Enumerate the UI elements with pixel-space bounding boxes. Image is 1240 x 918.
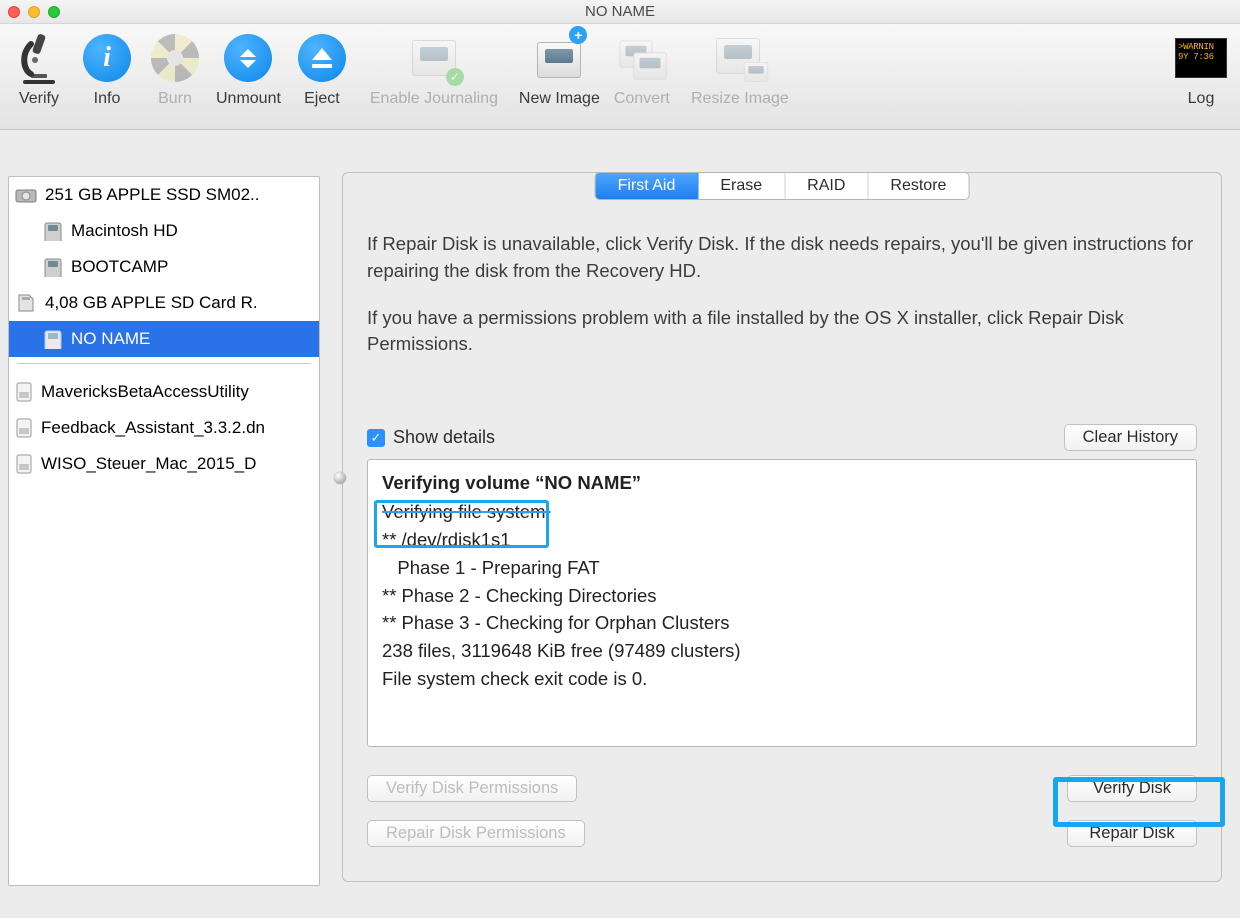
resize-image-tool-label: Resize Image (691, 90, 789, 108)
sidebar-label: Macintosh HD (71, 221, 178, 241)
window-controls (8, 6, 60, 18)
log-icon: >WARNIN 9Y 7:36 (1175, 32, 1227, 84)
dmg-icon (15, 418, 33, 438)
clear-history-button[interactable]: Clear History (1064, 424, 1197, 451)
info-icon: i (81, 32, 133, 84)
sidebar-separator (17, 363, 311, 364)
eject-tool-label: Eject (304, 90, 340, 108)
annotation-highlight-dev-path (374, 500, 549, 548)
repair-disk-permissions-button: Repair Disk Permissions (367, 820, 585, 847)
verify-tool[interactable]: Verify (8, 32, 70, 108)
unmount-tool[interactable]: Unmount (212, 32, 285, 108)
eject-tool[interactable]: Eject (291, 32, 353, 108)
sidebar-volume-macintosh-hd[interactable]: Macintosh HD (9, 213, 319, 249)
sidebar-label: Feedback_Assistant_3.3.2.dn (41, 418, 265, 438)
log-tool-label: Log (1188, 90, 1215, 108)
internal-disk-icon (15, 185, 37, 205)
titlebar: NO NAME (0, 0, 1240, 24)
microscope-icon (13, 32, 65, 84)
sidebar-label: MavericksBetaAccessUtility (41, 382, 249, 402)
log-tool[interactable]: >WARNIN 9Y 7:36 Log (1170, 32, 1232, 108)
log-title: Verifying volume “NO NAME” (382, 472, 1182, 494)
resize-image-icon (714, 32, 766, 84)
unmount-icon (222, 32, 274, 84)
first-aid-panel: If Repair Disk is unavailable, click Ver… (342, 172, 1222, 882)
log-line: File system check exit code is 0. (382, 665, 1182, 693)
verify-disk-permissions-button: Verify Disk Permissions (367, 775, 577, 802)
volume-icon (43, 221, 63, 241)
unmount-tool-label: Unmount (216, 90, 281, 108)
content-area: If Repair Disk is unavailable, click Ver… (342, 176, 1222, 898)
permissions-help-text: If you have a permissions problem with a… (367, 305, 1197, 359)
sidebar-dmg-feedback-assistant[interactable]: Feedback_Assistant_3.3.2.dn (9, 410, 319, 446)
volume-icon (43, 329, 63, 349)
verify-tool-label: Verify (19, 90, 59, 108)
log-line: ** Phase 2 - Checking Directories (382, 582, 1182, 610)
sidebar-label: 251 GB APPLE SSD SM02.. (45, 185, 260, 205)
sidebar-volume-bootcamp[interactable]: BOOTCAMP (9, 249, 319, 285)
log-line: Phase 1 - Preparing FAT (382, 554, 1182, 582)
sidebar-label: WISO_Steuer_Mac_2015_D (41, 454, 256, 474)
journaling-icon: ✓ (408, 32, 460, 84)
burn-icon (149, 32, 201, 84)
show-details-checkbox[interactable]: ✓ Show details (367, 427, 495, 448)
window-title: NO NAME (0, 3, 1240, 20)
sidebar-dmg-wiso-steuer[interactable]: WISO_Steuer_Mac_2015_D (9, 446, 319, 482)
repair-disk-help-text: If Repair Disk is unavailable, click Ver… (367, 231, 1197, 285)
convert-tool-label: Convert (614, 90, 670, 108)
log-line: 238 files, 3119648 KiB free (97489 clust… (382, 637, 1182, 665)
sidebar-dmg-mavericks[interactable]: MavericksBetaAccessUtility (9, 374, 319, 410)
tab-raid[interactable]: RAID (785, 173, 868, 199)
show-details-label: Show details (393, 427, 495, 448)
new-image-icon: + (533, 32, 585, 84)
verification-log[interactable]: Verifying volume “NO NAME” Verifying fil… (367, 459, 1197, 747)
dmg-icon (15, 454, 33, 474)
tab-first-aid[interactable]: First Aid (596, 173, 699, 199)
volume-icon (43, 257, 63, 277)
checkbox-checked-icon: ✓ (367, 429, 385, 447)
close-window-button[interactable] (8, 6, 20, 18)
zoom-window-button[interactable] (48, 6, 60, 18)
sidebar-disk-sd-card[interactable]: 4,08 GB APPLE SD Card R. (9, 285, 319, 321)
burn-tool: Burn (144, 32, 206, 108)
tab-restore[interactable]: Restore (868, 173, 968, 199)
details-row: ✓ Show details Clear History (367, 424, 1197, 451)
sidebar-label: NO NAME (71, 329, 150, 349)
sidebar-label: BOOTCAMP (71, 257, 168, 277)
minimize-window-button[interactable] (28, 6, 40, 18)
info-tool-label: Info (94, 90, 121, 108)
eject-icon (296, 32, 348, 84)
device-sidebar: 251 GB APPLE SSD SM02.. Macintosh HD BOO… (8, 176, 320, 886)
sidebar-volume-no-name[interactable]: NO NAME (9, 321, 319, 357)
main-body: 251 GB APPLE SSD SM02.. Macintosh HD BOO… (0, 130, 1240, 918)
dmg-icon (15, 382, 33, 402)
sd-card-icon (15, 293, 37, 313)
burn-tool-label: Burn (158, 90, 192, 108)
info-tool[interactable]: i Info (76, 32, 138, 108)
annotation-highlight-verify-disk (1053, 777, 1225, 827)
log-line: ** Phase 3 - Checking for Orphan Cluster… (382, 609, 1182, 637)
resize-image-tool: Resize Image (680, 32, 800, 108)
toolbar: Verify i Info Burn Unmount Eject (0, 24, 1240, 130)
sidebar-disk-apple-ssd[interactable]: 251 GB APPLE SSD SM02.. (9, 177, 319, 213)
convert-tool: Convert (610, 32, 674, 108)
enable-journaling-tool-label: Enable Journaling (370, 90, 498, 108)
progress-indicator-icon (334, 472, 346, 484)
new-image-tool-label: New Image (519, 90, 600, 108)
enable-journaling-tool: ✓ Enable Journaling (359, 32, 509, 108)
sidebar-label: 4,08 GB APPLE SD Card R. (45, 293, 258, 313)
convert-icon (616, 32, 668, 84)
tab-bar: First Aid Erase RAID Restore (595, 172, 970, 200)
tab-erase[interactable]: Erase (698, 173, 785, 199)
new-image-tool[interactable]: + New Image (515, 32, 604, 108)
